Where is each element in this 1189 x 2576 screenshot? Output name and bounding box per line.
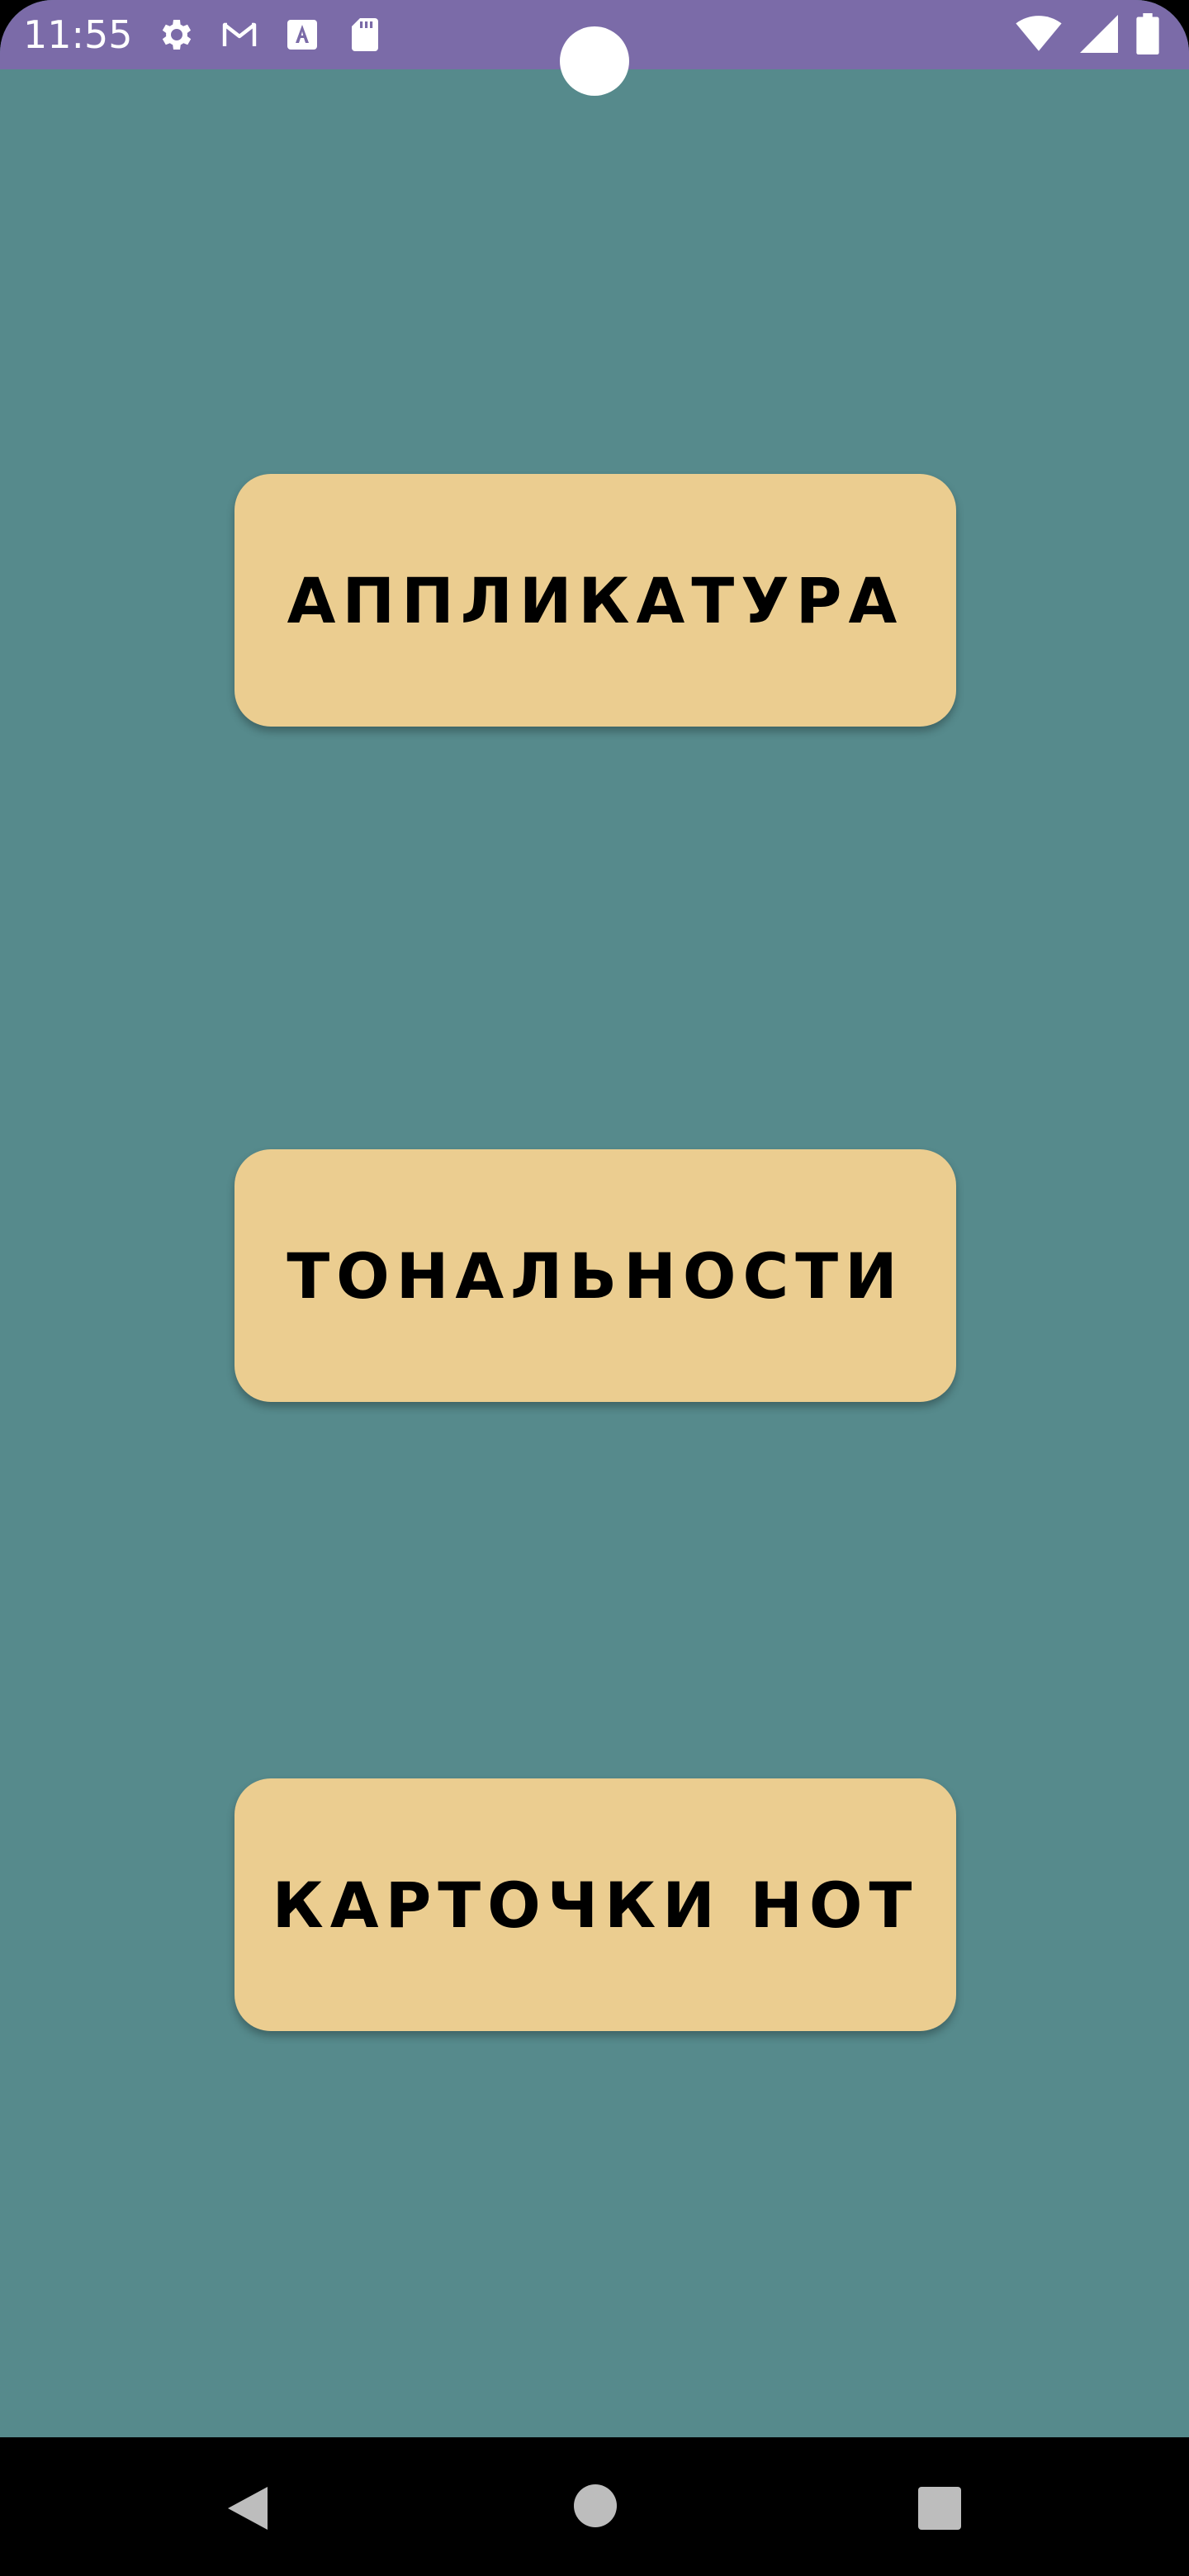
keys-button[interactable]: ТОНАЛЬНОСТИ bbox=[234, 1149, 956, 1402]
gmail-icon bbox=[222, 22, 257, 46]
recents-icon[interactable] bbox=[918, 2487, 961, 2530]
battery-icon bbox=[1136, 13, 1159, 54]
back-icon[interactable] bbox=[225, 2484, 271, 2533]
notification-icons bbox=[157, 15, 385, 54]
note-cards-button[interactable]: КАРТОЧКИ НОТ bbox=[234, 1778, 956, 2031]
gear-icon bbox=[162, 20, 192, 50]
keys-button-label: ТОНАЛЬНОСТИ bbox=[287, 1238, 904, 1313]
camera-cutout bbox=[560, 26, 629, 96]
sd-card-icon bbox=[352, 18, 378, 51]
note-cards-button-label: КАРТОЧКИ НОТ bbox=[272, 1868, 919, 1942]
a-text-icon bbox=[287, 20, 317, 50]
wifi-icon bbox=[1016, 16, 1062, 51]
navigation-bar bbox=[0, 2437, 1189, 2576]
app-screen: 11:55 АППЛИКАТУРА ТОНАЛЬНОСТИ КАРТОЧКИ Н… bbox=[0, 0, 1189, 2437]
system-status-icons bbox=[1016, 13, 1159, 54]
cell-signal-icon bbox=[1080, 15, 1118, 53]
status-time: 11:55 bbox=[23, 12, 133, 57]
fingering-button[interactable]: АППЛИКАТУРА bbox=[234, 474, 956, 727]
home-icon[interactable] bbox=[573, 2484, 618, 2528]
fingering-button-label: АППЛИКАТУРА bbox=[287, 563, 904, 637]
